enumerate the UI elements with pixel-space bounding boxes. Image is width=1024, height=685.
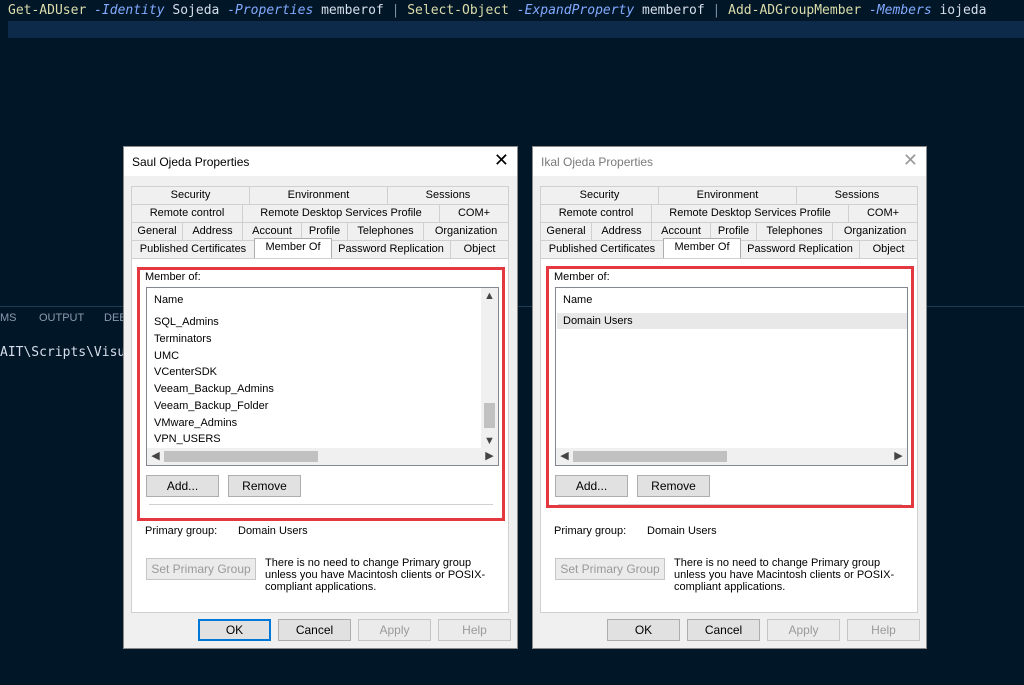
tab-sessions[interactable]: Sessions bbox=[796, 186, 918, 204]
pipe-symbol: | bbox=[712, 3, 721, 18]
tab-address[interactable]: Address bbox=[591, 222, 652, 240]
primary-group-label: Primary group: bbox=[145, 525, 218, 537]
primary-group-label: Primary group: bbox=[554, 525, 627, 537]
tab-organization[interactable]: Organization bbox=[423, 222, 509, 240]
tab-sessions[interactable]: Sessions bbox=[387, 186, 509, 204]
set-primary-group-button[interactable]: Set Primary Group bbox=[146, 558, 256, 580]
tab-remote-control[interactable]: Remote control bbox=[131, 204, 243, 222]
cmdlet-add-adgroupmember: Add-ADGroupMember bbox=[728, 3, 862, 18]
current-line-highlight bbox=[8, 21, 1024, 38]
tab-telephones[interactable]: Telephones bbox=[347, 222, 424, 240]
param-identity: -Identity bbox=[94, 3, 165, 18]
tab-remote-control[interactable]: Remote control bbox=[540, 204, 652, 222]
apply-button[interactable]: Apply bbox=[767, 619, 840, 641]
tab-published-certificates[interactable]: Published Certificates bbox=[540, 240, 664, 258]
terminal-command-line[interactable]: Get-ADUser -Identity Sojeda -Properties … bbox=[8, 3, 986, 18]
cmdlet-get-aduser: Get-ADUser bbox=[8, 3, 87, 18]
cmdlet-select-object: Select-Object bbox=[407, 3, 509, 18]
tab-com-plus[interactable]: COM+ bbox=[439, 204, 509, 222]
tab-published-certificates[interactable]: Published Certificates bbox=[131, 240, 255, 258]
panel-tab-output[interactable]: OUTPUT bbox=[39, 312, 84, 324]
set-primary-group-button[interactable]: Set Primary Group bbox=[555, 558, 665, 580]
help-button[interactable]: Help bbox=[847, 619, 920, 641]
tab-strip: Security Environment Sessions Remote con… bbox=[131, 186, 509, 258]
ok-button[interactable]: OK bbox=[607, 619, 680, 641]
close-icon[interactable]: ✕ bbox=[494, 150, 509, 171]
tab-object[interactable]: Object bbox=[859, 240, 918, 258]
dialog-title: Ikal Ojeda Properties bbox=[541, 155, 654, 169]
title-bar: Ikal Ojeda Properties ✕ bbox=[533, 147, 926, 176]
tab-environment[interactable]: Environment bbox=[249, 186, 388, 204]
help-button[interactable]: Help bbox=[438, 619, 511, 641]
tab-password-replication[interactable]: Password Replication bbox=[331, 240, 451, 258]
tab-telephones[interactable]: Telephones bbox=[756, 222, 833, 240]
tab-environment[interactable]: Environment bbox=[658, 186, 797, 204]
tab-strip: Security Environment Sessions Remote con… bbox=[540, 186, 918, 258]
red-highlight-box bbox=[546, 266, 914, 508]
tab-rds-profile[interactable]: Remote Desktop Services Profile bbox=[242, 204, 440, 222]
cancel-button[interactable]: Cancel bbox=[687, 619, 760, 641]
panel-tab-problems[interactable]: MS bbox=[0, 312, 17, 324]
value-expandproperty: memberof bbox=[642, 3, 705, 18]
tab-address[interactable]: Address bbox=[182, 222, 243, 240]
param-properties: -Properties bbox=[227, 3, 314, 18]
tab-member-of[interactable]: Member Of bbox=[663, 238, 741, 258]
value-members: iojeda bbox=[939, 3, 987, 18]
tab-rds-profile[interactable]: Remote Desktop Services Profile bbox=[651, 204, 849, 222]
value-identity: Sojeda bbox=[172, 3, 220, 18]
primary-group-note: There is no need to change Primary group… bbox=[674, 557, 895, 593]
tab-com-plus[interactable]: COM+ bbox=[848, 204, 918, 222]
pipe-symbol: | bbox=[391, 3, 400, 18]
cancel-button[interactable]: Cancel bbox=[278, 619, 351, 641]
primary-group-value: Domain Users bbox=[238, 525, 308, 537]
tab-general[interactable]: General bbox=[540, 222, 592, 240]
ok-button[interactable]: OK bbox=[198, 619, 271, 641]
close-icon[interactable]: ✕ bbox=[903, 150, 918, 171]
value-properties: memberof bbox=[321, 3, 384, 18]
primary-group-note: There is no need to change Primary group… bbox=[265, 557, 486, 593]
tab-member-of[interactable]: Member Of bbox=[254, 238, 332, 258]
param-members: -Members bbox=[869, 3, 932, 18]
terminal-path: AIT\Scripts\Visual bbox=[0, 345, 141, 360]
tab-organization[interactable]: Organization bbox=[832, 222, 918, 240]
param-expandproperty: -ExpandProperty bbox=[516, 3, 635, 18]
primary-group-value: Domain Users bbox=[647, 525, 717, 537]
tab-password-replication[interactable]: Password Replication bbox=[740, 240, 860, 258]
dialog-title: Saul Ojeda Properties bbox=[132, 155, 250, 169]
tab-security[interactable]: Security bbox=[131, 186, 250, 204]
title-bar: Saul Ojeda Properties ✕ bbox=[124, 147, 517, 176]
tab-general[interactable]: General bbox=[131, 222, 183, 240]
red-highlight-box bbox=[137, 267, 505, 521]
apply-button[interactable]: Apply bbox=[358, 619, 431, 641]
tab-security[interactable]: Security bbox=[540, 186, 659, 204]
tab-object[interactable]: Object bbox=[450, 240, 509, 258]
